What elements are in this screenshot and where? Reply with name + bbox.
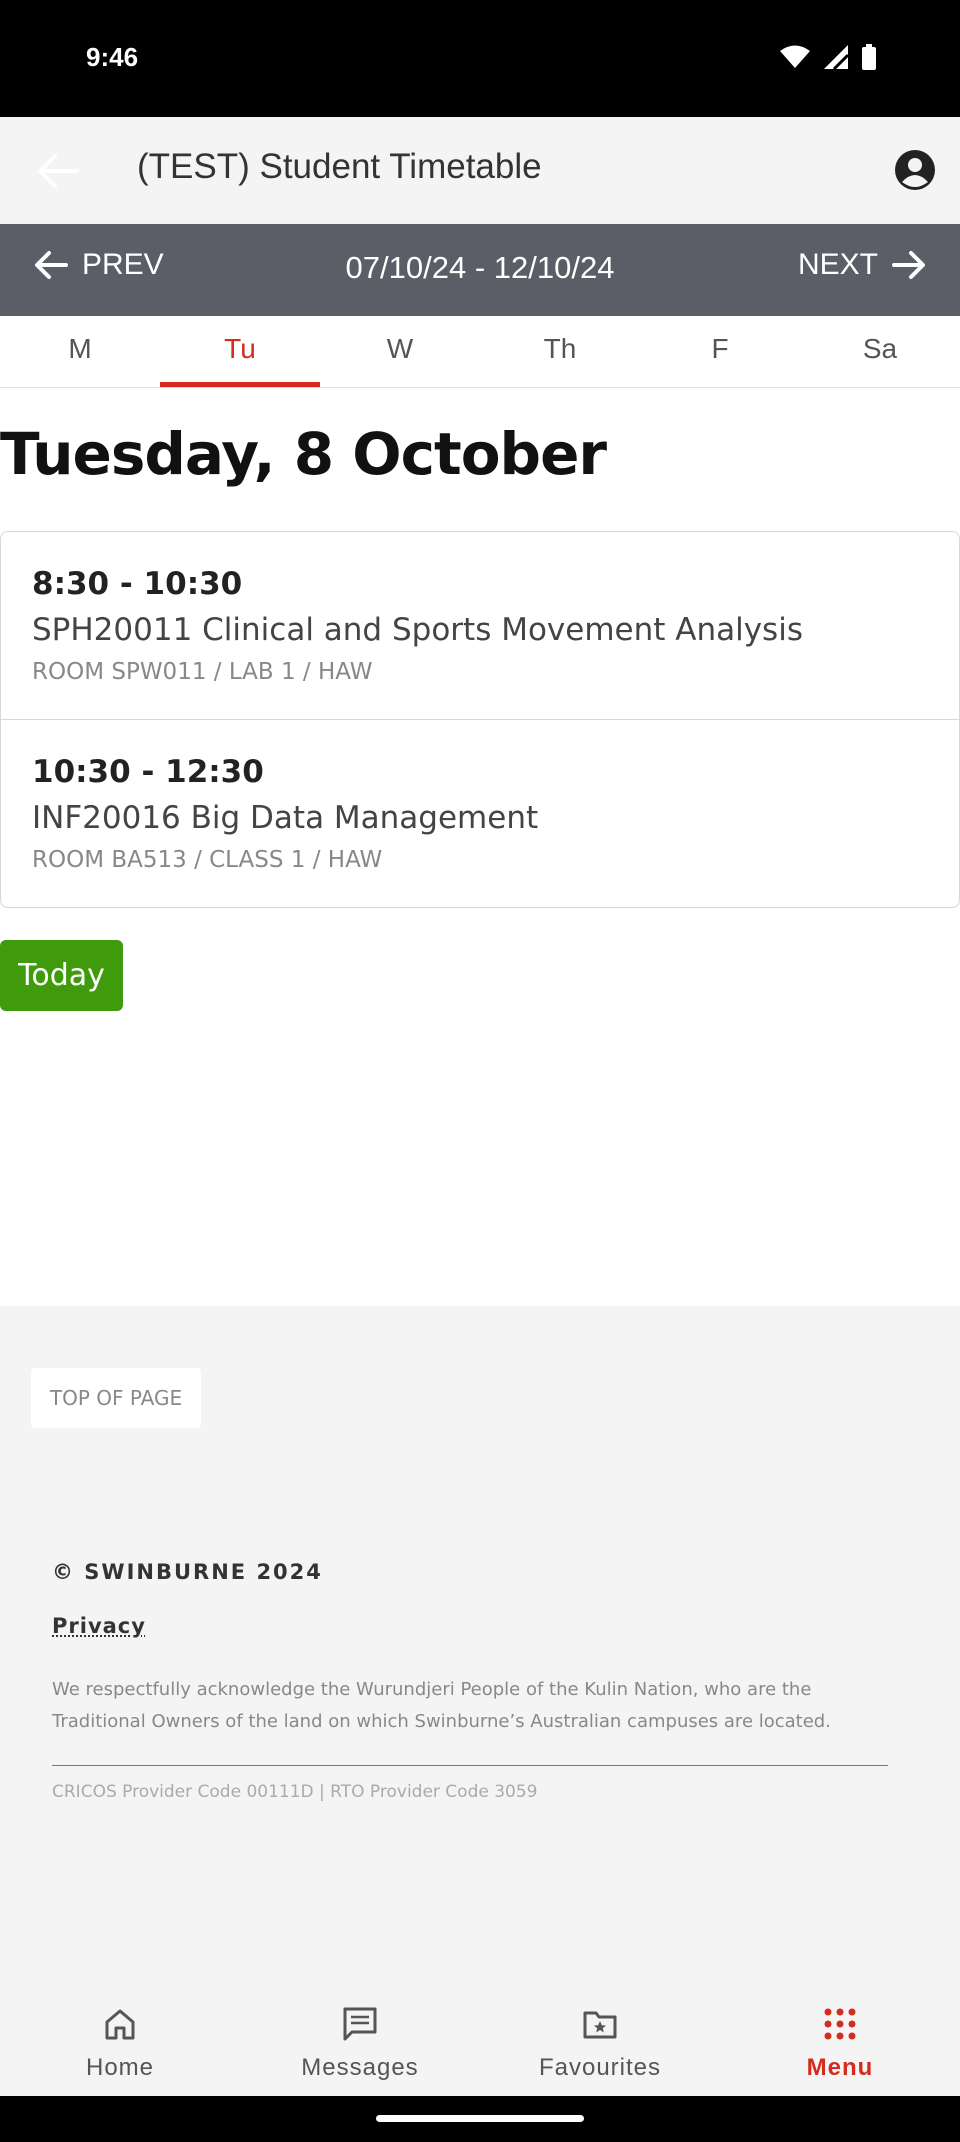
bottom-navigation: Home Messages Favourites Menu [0, 1996, 960, 2096]
account-icon [895, 150, 935, 190]
class-item[interactable]: 8:30 - 10:30 SPH20011 Clinical and Sport… [1, 532, 959, 719]
account-button[interactable] [894, 149, 936, 191]
nav-menu[interactable]: Menu [720, 1996, 960, 2096]
class-time: 10:30 - 12:30 [32, 754, 264, 790]
copyright: © SWINBURNE 2024 [52, 1560, 323, 1584]
nav-label: Messages [301, 2054, 419, 2081]
schedule-card: 8:30 - 10:30 SPH20011 Clinical and Sport… [0, 531, 960, 908]
class-room: ROOM SPW011 / LAB 1 / HAW [32, 659, 373, 685]
nav-home[interactable]: Home [0, 1996, 240, 2096]
wifi-icon [780, 45, 810, 68]
provider-codes: CRICOS Provider Code 00111D | RTO Provid… [52, 1782, 538, 1802]
battery-icon [862, 44, 876, 70]
nav-messages[interactable]: Messages [240, 1996, 480, 2096]
menu-grid-icon [824, 2008, 856, 2040]
status-bar: 9:46 [0, 0, 960, 117]
signal-icon [824, 45, 848, 69]
class-name: INF20016 Big Data Management [32, 800, 539, 836]
arrow-left-icon [38, 154, 79, 188]
nav-label: Favourites [538, 2054, 662, 2081]
privacy-link[interactable]: Privacy [52, 1614, 146, 1638]
next-week-button[interactable]: NEXT [798, 248, 926, 282]
back-button[interactable] [30, 143, 86, 199]
week-navigation: PREV 07/10/24 - 12/10/24 NEXT [0, 224, 960, 316]
home-gesture-handle[interactable] [376, 2115, 584, 2122]
page-title: (TEST) Student Timetable [137, 147, 542, 186]
footer: TOP OF PAGE © SWINBURNE 2024 Privacy We … [0, 1306, 960, 1996]
next-label: NEXT [797, 248, 878, 281]
tab-tuesday[interactable]: Tu [160, 316, 320, 387]
app-bar: (TEST) Student Timetable [0, 117, 960, 224]
nav-label: Menu [806, 2054, 874, 2081]
tab-wednesday[interactable]: W [320, 316, 480, 387]
day-heading: Tuesday, 8 October [0, 420, 607, 488]
class-time: 8:30 - 10:30 [32, 566, 243, 602]
status-icons [780, 44, 876, 70]
status-time: 9:46 [86, 42, 139, 72]
home-icon [105, 2009, 135, 2040]
tab-saturday[interactable]: Sa [800, 316, 960, 387]
day-tabs: M Tu W Th F Sa [0, 316, 960, 388]
class-name: SPH20011 Clinical and Sports Movement An… [32, 612, 803, 648]
gesture-bar [0, 2096, 960, 2142]
nav-favourites[interactable]: Favourites [480, 1996, 720, 2096]
today-button[interactable]: Today [0, 940, 123, 1011]
class-item[interactable]: 10:30 - 12:30 INF20016 Big Data Manageme… [1, 719, 959, 907]
footer-divider [52, 1765, 888, 1766]
favourites-folder-icon [583, 2011, 617, 2039]
tab-thursday[interactable]: Th [480, 316, 640, 387]
arrow-right-icon [892, 251, 925, 279]
tab-friday[interactable]: F [640, 316, 800, 387]
nav-label: Home [85, 2054, 155, 2081]
messages-icon [343, 2007, 377, 2041]
tab-monday[interactable]: M [0, 316, 160, 387]
top-of-page-button[interactable]: TOP OF PAGE [31, 1368, 201, 1428]
class-room: ROOM BA513 / CLASS 1 / HAW [32, 847, 383, 873]
acknowledgement-text: We respectfully acknowledge the Wurundje… [52, 1679, 831, 1732]
